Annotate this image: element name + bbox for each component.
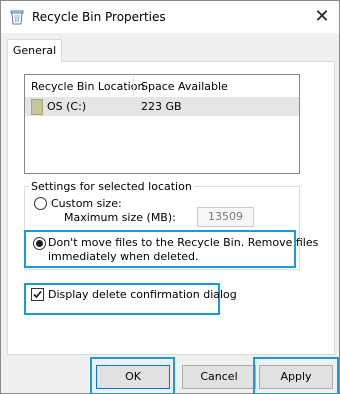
settings-group-legend: Settings for selected location (29, 180, 194, 193)
dont-move-radio[interactable] (33, 237, 46, 250)
checkmark-icon (33, 290, 42, 299)
list-item[interactable]: OS (C:) 223 GB (25, 98, 299, 116)
column-header-space[interactable]: Space Available (141, 80, 228, 93)
close-icon: ✕ (314, 6, 330, 27)
location-name: OS (C:) (47, 100, 87, 113)
tab-general[interactable]: General (7, 39, 62, 62)
custom-size-label[interactable]: Custom size: (51, 197, 122, 211)
ok-button[interactable]: OK (96, 365, 170, 389)
title-bar[interactable]: Recycle Bin Properties ✕ (1, 1, 339, 33)
max-size-input[interactable]: 13509 (197, 207, 254, 227)
confirm-checkbox[interactable] (31, 288, 44, 301)
drive-icon (31, 99, 43, 115)
close-button[interactable]: ✕ (305, 1, 339, 33)
list-header: Recycle Bin Location Space Available (25, 75, 299, 98)
location-list[interactable]: Recycle Bin Location Space Available OS … (24, 74, 300, 174)
custom-size-radio[interactable] (34, 197, 47, 210)
column-header-location[interactable]: Recycle Bin Location (31, 80, 144, 93)
confirm-label[interactable]: Display delete confirmation dialog (48, 288, 237, 302)
max-size-label: Maximum size (MB): (64, 211, 176, 224)
column-divider[interactable] (133, 75, 134, 97)
dont-move-label-line1[interactable]: Don't move files to the Recycle Bin. Rem… (48, 236, 318, 250)
properties-window: Recycle Bin Properties ✕ General Recycle… (0, 0, 340, 394)
recycle-bin-icon (10, 10, 24, 25)
window-title: Recycle Bin Properties (32, 10, 166, 24)
cancel-button[interactable]: Cancel (182, 365, 256, 389)
dont-move-label-line2[interactable]: immediately when deleted. (48, 250, 199, 264)
space-available: 223 GB (141, 100, 182, 113)
apply-button[interactable]: Apply (259, 365, 333, 389)
